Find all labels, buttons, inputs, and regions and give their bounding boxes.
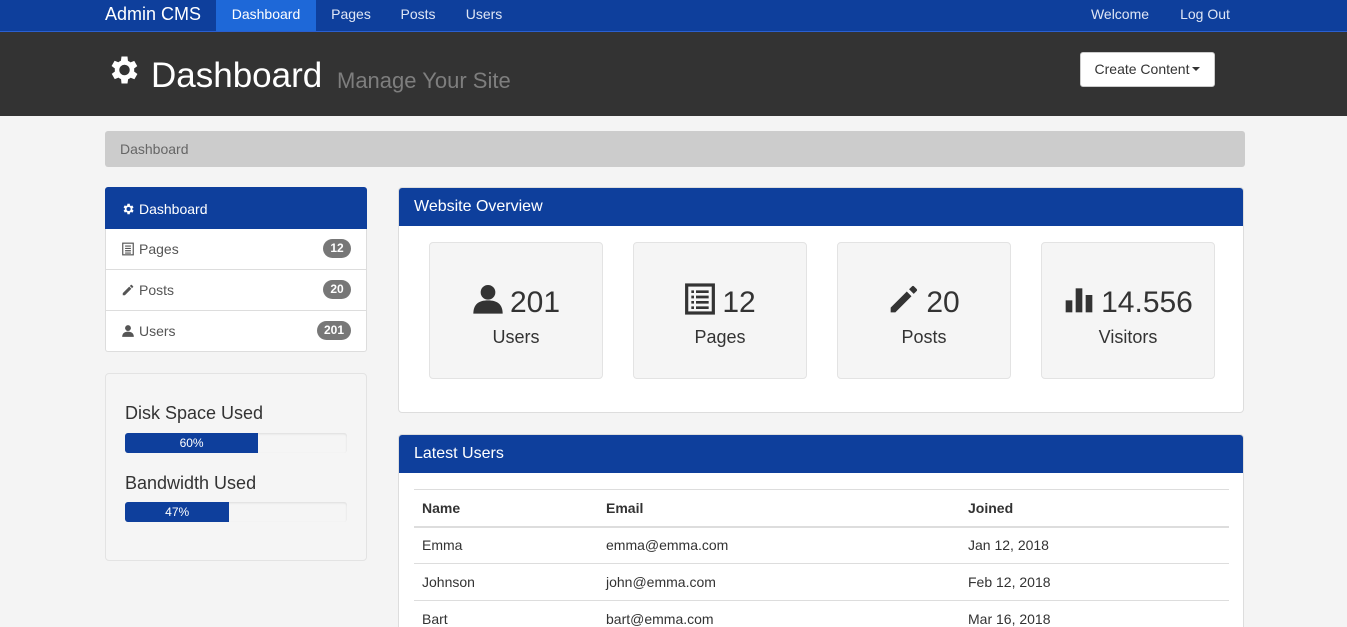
brand-link[interactable]: Admin CMS: [105, 0, 201, 31]
stat-value: 14.556: [1101, 286, 1193, 319]
sidebar-item-pages[interactable]: Pages 12: [105, 229, 367, 270]
create-content-button[interactable]: Create Content: [1080, 52, 1215, 87]
stat-label: Pages: [694, 327, 746, 347]
users-table: Name Email Joined Emma emma@emma.com Jan…: [414, 489, 1229, 627]
stat-value: 201: [509, 286, 561, 319]
website-overview-panel: Website Overview 201 Users 12 Pages 20 P…: [398, 187, 1244, 413]
user-icon: [122, 325, 134, 337]
stat-value: 20: [926, 286, 960, 319]
column-header-joined: Joined: [960, 489, 1229, 528]
sidebar-item-label: Posts: [139, 282, 175, 298]
stat-value-row: 14.556: [1042, 283, 1214, 319]
stat-value-row: 12: [634, 283, 806, 319]
sidebar-item-users[interactable]: Users 201: [105, 311, 367, 352]
panel-heading: Latest Users: [399, 435, 1243, 473]
sidebar-menu: Dashboard Pages 12 Posts 20 Users 201: [105, 187, 367, 352]
nav-logout[interactable]: Log Out: [1164, 0, 1246, 31]
table-row: Johnson john@emma.com Feb 12, 2018: [414, 563, 1229, 601]
top-navbar: Admin CMS Dashboard Pages Posts Users We…: [0, 0, 1347, 32]
cell-email: emma@emma.com: [598, 526, 960, 564]
table-header-row: Name Email Joined: [414, 489, 1229, 528]
disk-space-label: Disk Space Used: [125, 403, 264, 423]
disk-space-progress: 60%: [125, 433, 347, 453]
list-icon: [122, 242, 134, 256]
gear-icon: [111, 56, 138, 84]
pages-count-badge: 12: [323, 239, 351, 258]
sidebar-item-label: Users: [139, 323, 176, 339]
sidebar-item-dashboard[interactable]: Dashboard: [105, 187, 367, 229]
cell-name: Johnson: [414, 563, 598, 601]
nav-posts[interactable]: Posts: [386, 0, 450, 31]
pencil-icon: [122, 284, 134, 296]
table-row: Emma emma@emma.com Jan 12, 2018: [414, 526, 1229, 564]
sidebar-item-label: Pages: [139, 241, 179, 257]
nav-users[interactable]: Users: [450, 0, 518, 31]
gear-icon: [123, 203, 134, 215]
stat-card-posts: 20 Posts: [837, 242, 1011, 379]
nav-dashboard[interactable]: Dashboard: [216, 0, 316, 31]
breadcrumb: Dashboard: [105, 131, 1245, 167]
stat-label: Posts: [901, 327, 947, 347]
cell-joined: Mar 16, 2018: [960, 600, 1229, 627]
bandwidth-label: Bandwidth Used: [125, 473, 257, 493]
stat-card-pages: 12 Pages: [633, 242, 807, 379]
posts-count-badge: 20: [323, 280, 351, 299]
users-count-badge: 201: [316, 321, 351, 340]
stat-card-users: 201 Users: [429, 242, 603, 379]
panel-heading: Website Overview: [399, 188, 1243, 226]
sidebar-item-label: Dashboard: [139, 201, 208, 217]
cell-name: Bart: [414, 600, 598, 627]
cell-email: bart@emma.com: [598, 600, 960, 627]
stat-label: Users: [492, 327, 540, 347]
stat-card-visitors: 14.556 Visitors: [1041, 242, 1215, 379]
nav-welcome[interactable]: Welcome: [1076, 0, 1164, 31]
bar-chart-icon: [1065, 288, 1093, 313]
stat-value: 12: [722, 286, 756, 319]
page-title: Dashboard: [151, 56, 323, 95]
page-subtitle: Manage Your Site: [337, 68, 511, 93]
caret-down-icon: [1192, 67, 1201, 72]
stat-value-row: 201: [430, 283, 602, 319]
page-header: Dashboard Manage Your Site Create Conten…: [0, 32, 1347, 116]
cell-joined: Jan 12, 2018: [960, 526, 1229, 564]
cell-name: Emma: [414, 526, 598, 564]
table-row: Bart bart@emma.com Mar 16, 2018: [414, 600, 1229, 627]
stat-value-row: 20: [838, 283, 1010, 319]
list-icon: [685, 283, 716, 315]
column-header-email: Email: [598, 489, 960, 528]
cell-joined: Feb 12, 2018: [960, 563, 1229, 601]
usage-well: Disk Space Used 60% Bandwidth Used 47%: [105, 373, 367, 561]
column-header-name: Name: [414, 489, 598, 528]
cell-email: john@emma.com: [598, 563, 960, 601]
create-content-label: Create Content: [1094, 61, 1190, 77]
pencil-icon: [890, 285, 918, 313]
latest-users-panel: Latest Users Name Email Joined Emma emma…: [398, 434, 1244, 627]
stat-label: Visitors: [1098, 327, 1158, 347]
bandwidth-progress: 47%: [125, 502, 347, 522]
disk-space-bar: 60%: [125, 433, 259, 453]
sidebar-item-posts[interactable]: Posts 20: [105, 270, 367, 311]
user-icon: [473, 285, 503, 314]
bandwidth-bar: 47%: [125, 502, 230, 522]
nav-pages[interactable]: Pages: [316, 0, 386, 31]
